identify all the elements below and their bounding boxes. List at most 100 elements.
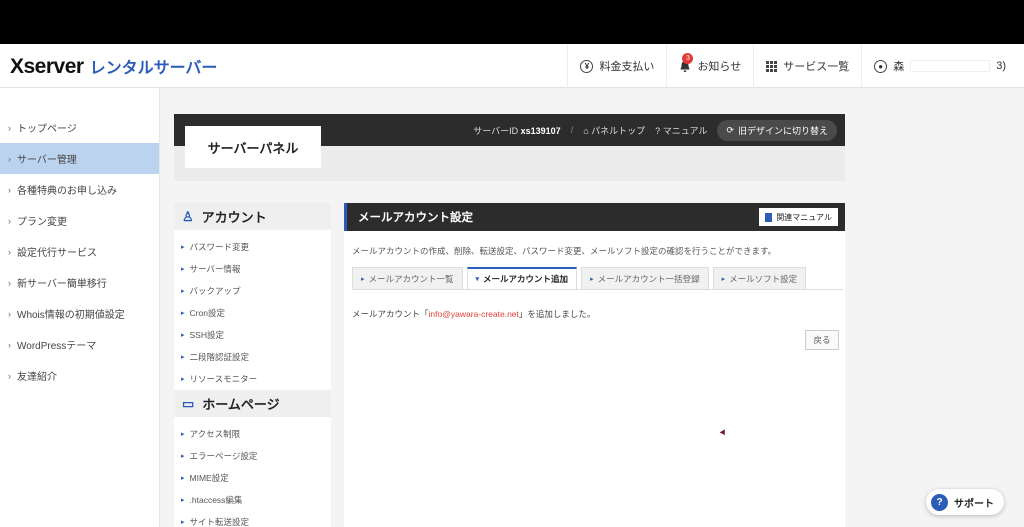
chevron-right-icon: › [8, 215, 11, 226]
chevron-right-icon: ▸ [590, 275, 594, 283]
subnav-item-2fa[interactable]: ▸ 二段階認証設定 [174, 346, 331, 368]
subnav-item-site-redirect[interactable]: ▸ サイト転送設定 [174, 511, 331, 527]
tab-mail-account-bulk[interactable]: ▸ メールアカウント一括登録 [581, 267, 709, 289]
home-icon: ⌂ [583, 125, 589, 136]
chevron-right-icon: › [8, 277, 11, 288]
user-suffix: 3) [996, 60, 1006, 72]
server-id-label: サーバーID [473, 125, 519, 136]
content-description: メールアカウントの作成、削除、転送設定、パスワード変更、メールソフト設定の確認を… [352, 246, 777, 256]
sidebar-item-label: 設定代行サービス [17, 248, 97, 259]
user-name-redacted [910, 60, 991, 72]
sidebar-item-migration[interactable]: › 新サーバー簡単移行 [0, 267, 159, 298]
content-title: メールアカウント設定 [358, 212, 473, 224]
subnav-item-password[interactable]: ▸ パスワード変更 [174, 236, 331, 258]
sidebar-item-whois[interactable]: › Whois情報の初期値設定 [0, 298, 159, 329]
panel-top-link[interactable]: ⌂ パネルトップ [583, 124, 645, 137]
panel-top-actions: サーバーID xs139107 / ⌂ パネルトップ ? マニュアル ⟳ 旧デザイ… [473, 114, 837, 146]
subnav-item-label: Cron設定 [189, 308, 225, 318]
support-button[interactable]: ? サポート [926, 489, 1004, 515]
divider: / [570, 125, 574, 135]
notifications-button[interactable]: 3 お知らせ [666, 44, 753, 88]
subnav-item-label: アクセス制限 [189, 429, 241, 439]
chevron-right-icon: ▸ [181, 475, 185, 482]
tab-label: メールアカウント一括登録 [597, 273, 700, 284]
payment-button[interactable]: ¥ 料金支払い [567, 44, 666, 88]
bell-icon: 3 [679, 52, 694, 73]
notifications-label: お知らせ [697, 61, 742, 73]
refresh-icon: ⟳ [726, 124, 734, 135]
user-menu-button[interactable]: ● 森 3) [861, 44, 1024, 88]
sidebar-item-label: サーバー管理 [17, 155, 77, 166]
related-manual-button[interactable]: 関連マニュアル [759, 208, 838, 226]
chevron-right-icon: ▸ [181, 244, 185, 251]
notification-badge: 3 [682, 52, 694, 64]
account-heading-label: アカウント [201, 210, 267, 225]
user-name: 森 [893, 61, 905, 73]
sidebar-item-wordpress-theme[interactable]: › WordPressテーマ [0, 329, 159, 360]
service-list-label: サービス一覧 [783, 61, 850, 73]
sidebar-item-label: Whois情報の初期値設定 [17, 310, 125, 321]
homepage-heading: ▭ ホームページ [174, 390, 331, 417]
question-icon: ? [655, 125, 661, 136]
chevron-right-icon: › [8, 370, 11, 381]
homepage-heading-label: ホームページ [202, 397, 280, 412]
chevron-right-icon: ▸ [181, 310, 185, 317]
sidebar-item-label: 新サーバー簡単移行 [17, 279, 107, 290]
subnav-item-label: SSH設定 [189, 330, 224, 340]
chevron-down-icon: ▾ [475, 276, 480, 283]
chevron-right-icon: ▸ [181, 453, 185, 460]
server-id-value: xs139107 [520, 125, 561, 136]
chevron-right-icon: › [8, 308, 11, 319]
subnav-item-ssh[interactable]: ▸ SSH設定 [174, 324, 331, 346]
grid-icon [766, 60, 778, 72]
subnav-item-access-restriction[interactable]: ▸ アクセス制限 [174, 423, 331, 445]
sidebar-item-top[interactable]: › トップページ [0, 112, 159, 143]
sidebar-item-referral[interactable]: › 友達紹介 [0, 360, 159, 391]
sidebar-item-plan-change[interactable]: › プラン変更 [0, 205, 159, 236]
subnav-item-error-page[interactable]: ▸ エラーページ設定 [174, 445, 331, 467]
tab-label: メールアカウント一覧 [368, 273, 454, 284]
subnav-item-mime[interactable]: ▸ MIME設定 [174, 467, 331, 489]
sidebar-item-setup-service[interactable]: › 設定代行サービス [0, 236, 159, 267]
subnav-item-label: サイト転送設定 [189, 517, 250, 527]
chevron-right-icon: ▸ [721, 275, 726, 283]
mail-account-content: メールアカウント設定 関連マニュアル メールアカウントの作成、削除、転送設定、パ… [344, 203, 845, 527]
content-heading: メールアカウント設定 関連マニュアル [344, 203, 845, 231]
sidebar-item-benefits[interactable]: › 各種特典のお申し込み [0, 174, 159, 205]
logo-main: Xserver [10, 55, 84, 78]
related-manual-label: 関連マニュアル [776, 212, 832, 222]
mail-tabs: ▸ メールアカウント一覧 ▾ メールアカウント追加 ▸ メールアカウント一括登録 ▸ メ… [352, 267, 843, 290]
back-button[interactable]: 戻る [805, 330, 839, 350]
panel-top-label: パネルトップ [591, 125, 646, 136]
server-id: サーバーID xs139107 [473, 124, 560, 137]
old-design-toggle-button[interactable]: ⟳ 旧デザインに切り替え [717, 119, 837, 141]
subnav-item-label: MIME設定 [189, 473, 229, 483]
subnav-item-cron[interactable]: ▸ Cron設定 [174, 302, 331, 324]
account-heading: ♙ アカウント [174, 203, 331, 230]
sub-navigation: ♙ アカウント ▸ パスワード変更 ▸ サーバー情報 ▸ バックアップ ▸ Cron設定 … [174, 203, 331, 527]
subnav-item-server-info[interactable]: ▸ サーバー情報 [174, 258, 331, 280]
result-prefix: メールアカウント「 [352, 309, 429, 319]
service-list-button[interactable]: サービス一覧 [753, 44, 861, 88]
chevron-right-icon: › [8, 184, 11, 195]
chevron-right-icon: › [8, 246, 11, 257]
sidebar-item-label: プラン変更 [17, 217, 67, 228]
chevron-right-icon: ▸ [181, 519, 185, 526]
subnav-item-backup[interactable]: ▸ バックアップ [174, 280, 331, 302]
subnav-item-label: リソースモニター [189, 374, 258, 384]
old-design-label: 旧デザインに切り替え [737, 125, 828, 136]
tab-mail-account-list[interactable]: ▸ メールアカウント一覧 [352, 267, 463, 289]
subnav-item-htaccess[interactable]: ▸ .htaccess編集 [174, 489, 331, 511]
header-nav: ¥ 料金支払い 3 お知らせ サービス一覧 ● 森 3) [567, 44, 1024, 88]
logo[interactable]: Xserver レンタルサーバー [10, 54, 217, 79]
sidebar-item-server-management[interactable]: › サーバー管理 [0, 143, 159, 174]
tab-mail-account-add[interactable]: ▾ メールアカウント追加 [466, 267, 578, 289]
subnav-item-label: .htaccess編集 [189, 495, 243, 505]
app-body: › トップページ › サーバー管理 › 各種特典のお申し込み › プラン変更 › 設定代行… [0, 88, 1024, 527]
book-icon [765, 212, 773, 222]
tab-mail-software[interactable]: ▸ メールソフト設定 [712, 267, 807, 289]
sidebar-item-label: トップページ [17, 124, 77, 135]
subnav-item-resource-monitor[interactable]: ▸ リソースモニター [174, 368, 331, 390]
manual-link[interactable]: ? マニュアル [655, 124, 707, 137]
chevron-right-icon: ▸ [181, 376, 185, 383]
